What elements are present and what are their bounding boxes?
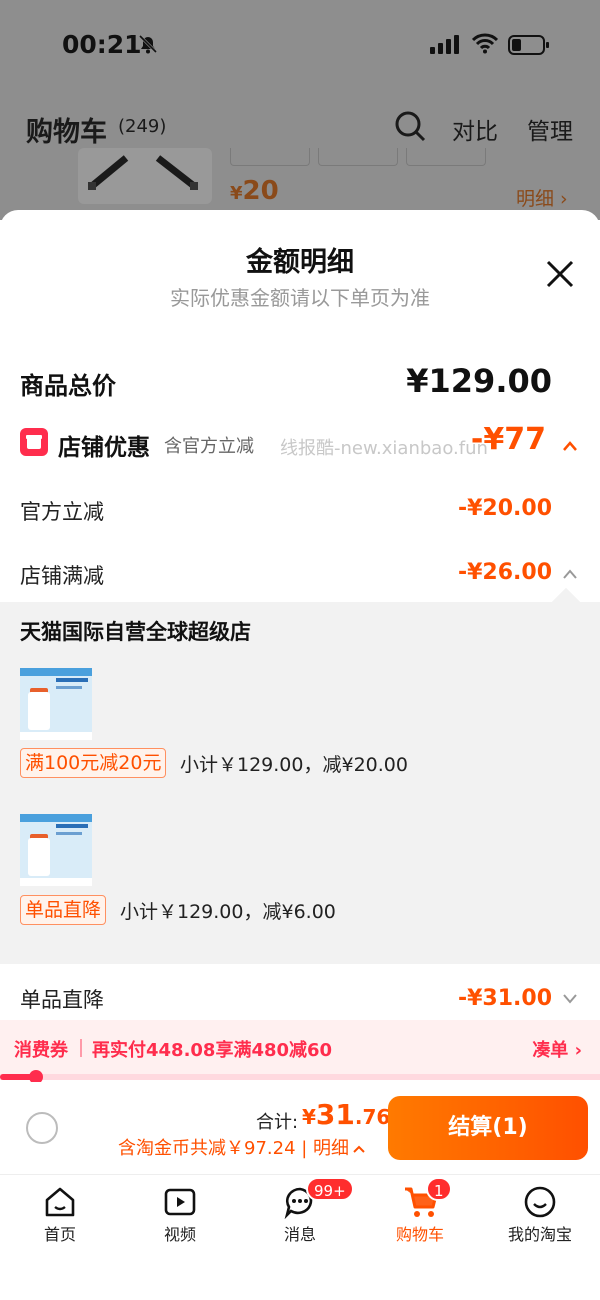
tab-video[interactable]: 视频 — [120, 1181, 240, 1251]
silent-bell-icon — [138, 34, 158, 54]
store-breakdown-panel: 天猫国际自营全球超级店 满100元减20元 小计￥129.00，减¥20.00 … — [0, 602, 600, 964]
shop-discount-amount[interactable]: -¥77 — [471, 422, 546, 457]
chevron-up-icon — [353, 1145, 365, 1153]
home-icon — [45, 1187, 75, 1217]
total-price-label: 商品总价 — [20, 372, 116, 400]
tab-label: 首页 — [43, 1225, 76, 1244]
tab-bar: 首页 视频 99+ 消息 1 购物车 我的淘宝 — [0, 1174, 600, 1300]
chevron-up-icon[interactable] — [562, 440, 578, 452]
coupon-bar[interactable]: 消费券 再实付448.08享满480减60 凑单 › — [0, 1020, 600, 1076]
status-time: 00:21 — [62, 30, 142, 59]
official-discount-label: 官方立减 — [20, 500, 104, 524]
tab-cart[interactable]: 1 购物车 — [360, 1177, 480, 1251]
shop-discount-note: 含官方立减 — [164, 436, 254, 457]
tab-my-taobao[interactable]: 我的淘宝 — [480, 1181, 600, 1251]
cart-badge: 1 — [426, 1177, 452, 1201]
battery-icon — [508, 35, 549, 55]
total-price-amount: ¥129.00 — [406, 362, 552, 400]
close-icon[interactable] — [543, 257, 577, 291]
promo-tag: 单品直降 — [20, 895, 107, 925]
select-all-checkbox[interactable] — [26, 1112, 58, 1144]
sheet-subtitle: 实际优惠金额请以下单页为准 — [170, 286, 430, 310]
message-badge: 99+ — [306, 1177, 354, 1201]
coupon-text: 再实付448.08享满480减60 — [92, 1040, 333, 1061]
official-discount-amount: -¥20.00 — [457, 496, 552, 521]
full-reduction-label: 店铺满减 — [20, 564, 104, 588]
product-tag — [406, 148, 486, 166]
compare-button[interactable]: 对比 — [452, 112, 498, 146]
cart-count: (249) — [118, 116, 167, 137]
product-tag — [318, 148, 398, 166]
amount-detail-sheet: 金额明细 实际优惠金额请以下单页为准 商品总价 ¥129.00 店铺优惠 含官方… — [0, 210, 600, 1300]
full-reduction-amount[interactable]: -¥26.00 — [458, 560, 552, 585]
wifi-icon — [472, 33, 498, 54]
chevron-down-icon[interactable] — [562, 992, 578, 1004]
checkout-bar: 合计: ¥31.76 含淘金币共减￥97.24 | 明细 结算(1) — [0, 1082, 600, 1174]
single-drop-amount[interactable]: -¥31.00 — [458, 986, 552, 1011]
product-detail-link[interactable]: 明细 › — [516, 184, 568, 211]
strap-image — [88, 155, 198, 190]
single-drop-label: 单品直降 — [20, 988, 104, 1012]
total-amount: ¥31.76 — [302, 1098, 391, 1131]
profile-icon — [524, 1186, 556, 1218]
add-items-button[interactable]: 凑单 › — [532, 1036, 582, 1062]
tab-label: 我的淘宝 — [507, 1225, 572, 1244]
cart-page-background: 购物车 (249) 对比 管理 ¥20 明细 › — [0, 90, 600, 220]
checkout-button[interactable]: 结算(1) — [388, 1096, 588, 1160]
status-bar: 00:21 — [0, 0, 600, 90]
signal-icon — [430, 35, 459, 54]
search-icon[interactable] — [394, 110, 426, 142]
item-subtotal: 小计￥129.00，减¥6.00 — [120, 901, 336, 923]
tab-label: 消息 — [283, 1225, 316, 1244]
product-tags — [230, 148, 486, 166]
coupon-divider — [80, 1039, 82, 1057]
coupon-label: 消费券 — [14, 1040, 68, 1061]
store-name: 天猫国际自营全球超级店 — [20, 620, 251, 644]
sheet-title: 金额明细 — [246, 247, 354, 278]
total-label: 合计: — [256, 1112, 299, 1133]
product-price: ¥20 — [230, 176, 279, 206]
tab-home[interactable]: 首页 — [0, 1181, 120, 1251]
shop-discount-label: 店铺优惠 — [58, 435, 150, 461]
product-tag — [230, 148, 310, 166]
savings-detail-link[interactable]: 含淘金币共减￥97.24 | 明细 — [118, 1134, 366, 1160]
product-image[interactable] — [20, 814, 92, 886]
chevron-up-icon[interactable] — [562, 568, 578, 580]
shop-icon — [20, 428, 48, 456]
video-icon — [164, 1188, 196, 1216]
product-image[interactable] — [20, 668, 92, 740]
manage-button[interactable]: 管理 — [527, 112, 573, 146]
promo-tag: 满100元减20元 — [20, 748, 167, 778]
watermark: 线报酷-new.xianbao.fun — [280, 438, 488, 459]
tab-label: 购物车 — [395, 1225, 444, 1244]
cart-title: 购物车 — [26, 117, 107, 148]
coupon-progress — [0, 1070, 600, 1084]
item-subtotal: 小计￥129.00，减¥20.00 — [180, 754, 408, 776]
tab-label: 视频 — [163, 1225, 196, 1244]
tab-messages[interactable]: 99+ 消息 — [240, 1177, 360, 1251]
